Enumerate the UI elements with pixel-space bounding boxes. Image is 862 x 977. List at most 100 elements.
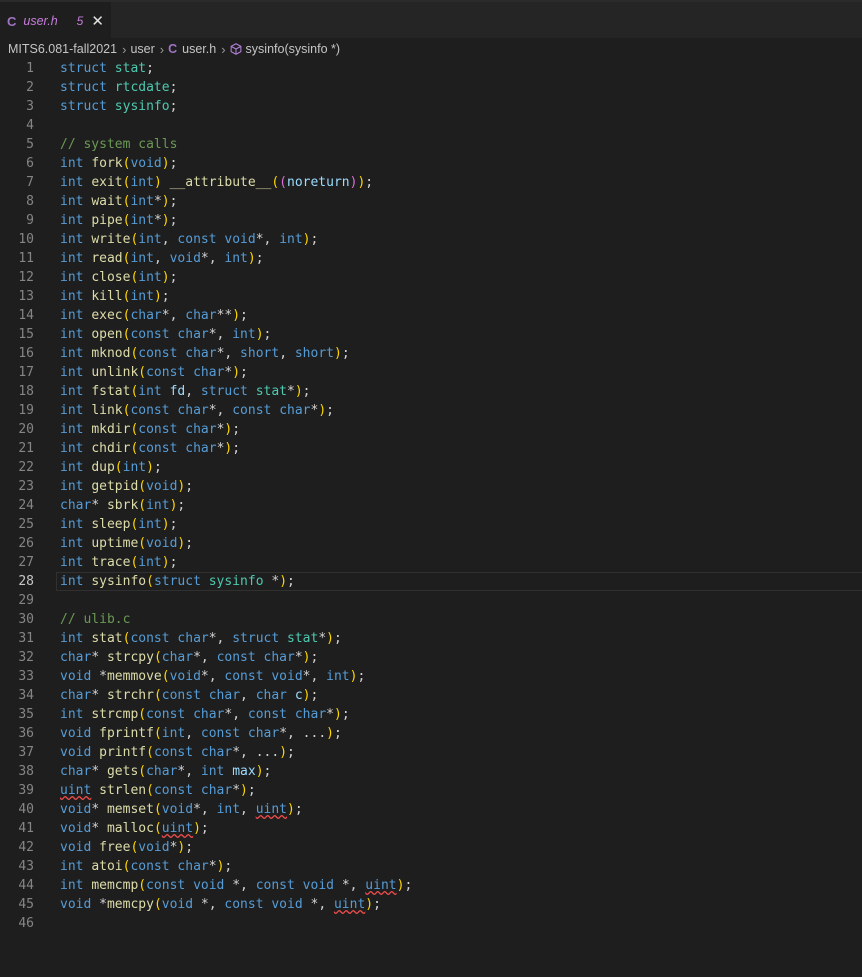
code-line[interactable]: 37 void printf(const char*, ...); [0,743,862,762]
code-line[interactable]: 32 char* strcpy(char*, const char*); [0,648,862,667]
code-token: ( [114,460,123,475]
code-token: * [91,650,107,665]
code-token: const [255,878,303,893]
chevron-right-icon: › [122,41,127,57]
code-token: printf [99,745,147,760]
code-line[interactable]: 17 int unlink(const char*); [0,363,862,382]
code-line[interactable]: 20 int mkdir(const char*); [0,420,862,439]
code-line[interactable]: 1 struct stat; [0,59,862,78]
code-line[interactable]: 9 int pipe(int*); [0,211,862,230]
breadcrumb-symbol[interactable]: sysinfo(sysinfo *) [246,42,340,56]
line-number: 20 [18,422,34,437]
code-token: , [153,251,170,266]
code-token: char [279,403,311,418]
code-line[interactable]: 22 int dup(int); [0,458,862,477]
code-line[interactable]: 35 int strcmp(const char*, const char*); [0,705,862,724]
code-line[interactable]: 14 int exec(char*, char**); [0,306,862,325]
code-token: ) [294,384,303,399]
code-token: *, ... [232,745,280,760]
code-text: int sysinfo(struct sysinfo *); [60,572,295,591]
code-line[interactable]: 26 int uptime(void); [0,534,862,553]
code-token: void [138,840,170,855]
breadcrumb-file[interactable]: user.h [182,42,216,56]
code-token: ( [138,764,147,779]
line-number: 13 [18,289,34,304]
code-line[interactable]: 43 int atoi(const char*); [0,857,862,876]
code-line[interactable]: 38 char* gets(char*, int max); [0,762,862,781]
code-token: ( [279,175,287,190]
code-text: int stat(const char*, struct stat*); [60,629,342,648]
code-editor[interactable]: 1 struct stat; 2 struct rtcdate; 3 struct sys… [0,59,862,933]
code-line[interactable]: 46 [0,914,862,933]
code-line[interactable]: 7 int exit(int) __attribute__((noreturn))… [0,173,862,192]
code-line[interactable]: 41 void* malloc(uint); [0,819,862,838]
code-text: int uptime(void); [60,534,193,553]
code-line[interactable]: 40 void* memset(void*, int, uint); [0,800,862,819]
code-token: * [91,688,107,703]
code-token: int [279,232,303,247]
code-token: ; [287,745,295,760]
code-line[interactable]: 28 int sysinfo(struct sysinfo *); [0,572,862,591]
code-text: int pipe(int*); [60,211,177,230]
code-line[interactable]: 4 [0,116,862,135]
code-token: ( [271,175,280,190]
line-number: 38 [18,764,34,779]
code-line[interactable]: 5 // system calls [0,135,862,154]
code-token: ; [365,175,374,190]
code-token: const [130,859,178,874]
code-line[interactable]: 36 void fprintf(int, const char*, ...); [0,724,862,743]
code-line[interactable]: 10 int write(int, const void*, int); [0,230,862,249]
code-token: const [232,403,280,418]
close-icon[interactable]: ✕ [91,13,104,29]
code-line[interactable]: 24 char* sbrk(int); [0,496,862,515]
code-line[interactable]: 25 int sleep(int); [0,515,862,534]
code-text: int exec(char*, char**); [60,306,248,325]
code-token: const [224,897,272,912]
code-token: int [60,460,92,475]
code-line[interactable]: 44 int memcmp(const void *, const void *,… [0,876,862,895]
code-token: ; [200,821,209,836]
code-token: ( [138,479,147,494]
code-line[interactable]: 16 int mknod(const char*, short, short); [0,344,862,363]
code-line[interactable]: 39 uint strlen(const char*); [0,781,862,800]
code-token: char [263,650,295,665]
code-token: * [99,897,107,912]
breadcrumb-subfolder[interactable]: user [130,42,154,56]
breadcrumb-folder[interactable]: MITS6.081-fall2021 [8,42,117,56]
code-line[interactable]: 29 [0,591,862,610]
code-line[interactable]: 2 struct rtcdate; [0,78,862,97]
tab-filename: user.h [23,14,58,28]
code-line[interactable]: 30 // ulib.c [0,610,862,629]
code-line[interactable]: 34 char* strchr(const char, char c); [0,686,862,705]
code-token: write [91,232,131,247]
tab-user-h[interactable]: C user.h 5 ✕ [0,2,111,40]
code-line[interactable]: 18 int fstat(int fd, struct stat*); [0,382,862,401]
code-token: char [185,308,217,323]
code-line[interactable]: 42 void free(void*); [0,838,862,857]
code-line[interactable]: 11 int read(int, void*, int); [0,249,862,268]
code-line[interactable]: 12 int close(int); [0,268,862,287]
code-line[interactable]: 45 void *memcpy(void *, const void *, uin… [0,895,862,914]
code-token: void [130,156,162,171]
code-line[interactable]: 6 int fork(void); [0,154,862,173]
code-line[interactable]: 23 int getpid(void); [0,477,862,496]
code-token: void [169,251,201,266]
code-line[interactable]: 21 int chdir(const char*); [0,439,862,458]
code-token: ) [153,175,162,190]
code-line[interactable]: 15 int open(const char*, int); [0,325,862,344]
code-token: char [193,707,225,722]
code-line[interactable]: 31 int stat(const char*, struct stat*); [0,629,862,648]
code-token: * [91,498,107,513]
code-token: ; [185,840,194,855]
code-line[interactable]: 13 int kill(int); [0,287,862,306]
code-token: int [60,441,92,456]
code-line[interactable]: 27 int trace(int); [0,553,862,572]
code-text: int mkdir(const char*); [60,420,240,439]
code-line[interactable]: 8 int wait(int*); [0,192,862,211]
code-line[interactable]: 33 void *memmove(void*, const void*, int)… [0,667,862,686]
code-token: ) [326,631,334,646]
code-line[interactable]: 3 struct sysinfo; [0,97,862,116]
code-line[interactable]: 19 int link(const char*, const char*); [0,401,862,420]
code-token: int [60,517,92,532]
